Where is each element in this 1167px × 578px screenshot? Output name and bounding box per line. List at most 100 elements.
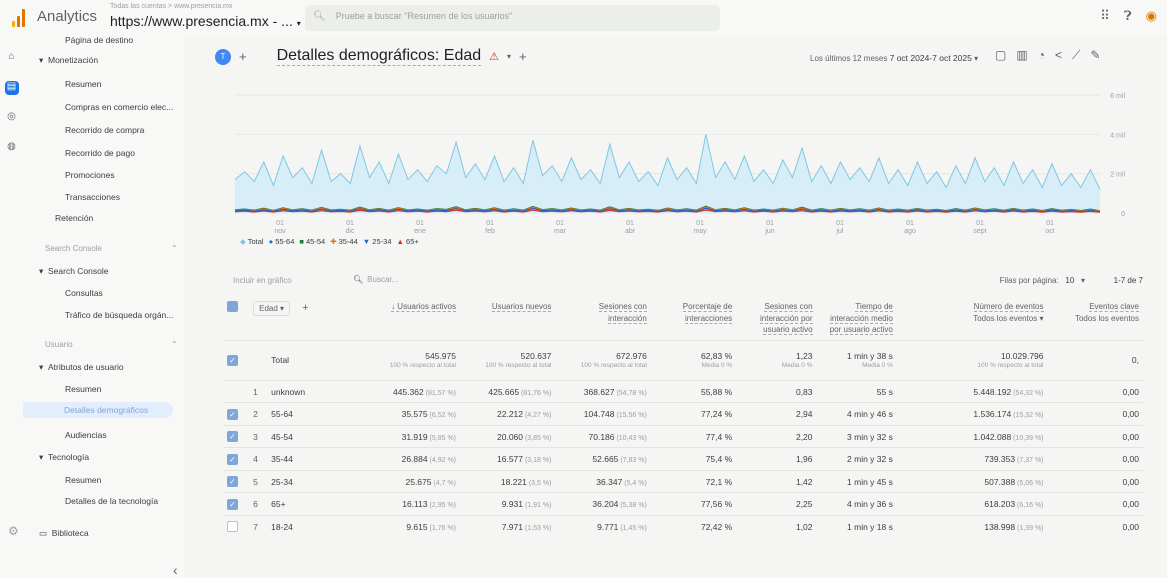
property-selector[interactable]: https://www.presencia.mx - ... ▾ [110,13,301,29]
metric-header[interactable]: Número de eventos Todos los eventos ▾ [897,297,1048,340]
plot-rows-button[interactable]: Incluir en gráfico [233,276,292,285]
nav-item-demographic-details[interactable]: Detalles demográficos [23,402,173,418]
legend-item[interactable]: ▼ 25-34 [363,237,392,246]
table-row[interactable]: 7 18-24 9.615 (1,76 %) 7.971 (1,53 %) 9.771 … [223,514,1143,538]
legend-item[interactable]: ■ 45-54 [299,237,325,246]
compare-icon[interactable]: ▥ [1016,48,1027,63]
nav-item-purchase-journey[interactable]: Recorrido de compra [65,125,144,135]
metric-header[interactable]: Sesiones con interacción por usuario act… [736,297,816,340]
analytics-logo-icon[interactable] [12,9,26,27]
table-row[interactable]: ✓ 6 65+ 16.113 (2,95 %) 9.931 (1,91 %) 36.204… [223,492,1143,516]
nav-item-checkout-journey[interactable]: Recorrido de pago [65,148,135,158]
insights-icon[interactable]: ◔ [1038,48,1045,63]
nav-item-technology-details[interactable]: Detalles de la tecnología [65,496,158,506]
header-select-all[interactable] [223,297,249,340]
search-input[interactable]: 🔍︎ Pruebe a buscar "Resumen de los usuari… [305,5,720,31]
nav-section-user[interactable]: Usuario ⌃ [45,340,178,349]
add-tab-icon[interactable]: + [519,49,527,64]
x-tick-label: 01 [1046,220,1054,227]
rows-per-page-label: Filas por página: [999,276,1059,285]
nav-item-organic-search-traffic[interactable]: Tráfico de búsqueda orgán... [65,310,173,320]
table-row[interactable]: ✓ 3 45-54 31.919 (5,85 %) 20.060 (3,85 %) 70.… [223,424,1143,448]
dimension-header[interactable]: Edad ▾ + [249,297,359,340]
row-checkbox[interactable] [227,521,238,533]
x-tick-label: 01 [276,220,284,227]
share-icon[interactable]: < [1055,48,1062,63]
row-checkbox[interactable]: ✓ [227,498,238,510]
table-cell: 445.362 (81,57 %) [359,379,460,403]
edit-icon[interactable]: ✎ [1090,48,1100,63]
table-cell: 20.060 (3,85 %) [460,424,556,448]
nav-item-audiences[interactable]: Audiencias [65,430,107,440]
account-avatar-icon[interactable]: ◉ [1146,8,1157,24]
table-row[interactable]: ✓ 5 25-34 25.675 (4,7 %) 18.221 (3,5 %) 36.34… [223,469,1143,493]
warning-icon[interactable]: ⚠ [489,50,499,63]
metric-header[interactable]: Usuarios nuevos [460,297,555,340]
legend-item[interactable]: ● 55-64 [269,237,295,246]
table-row[interactable]: ✓ 4 35-44 26.884 (4,92 %) 16.577 (3,18 %) 52.… [223,447,1143,471]
nav-item-transactions[interactable]: Transacciones [65,192,120,202]
nav-item-monetization-overview[interactable]: Resumen [65,79,101,89]
cell-percent: (1,91 %) [523,502,552,510]
trend-icon[interactable]: ⟋ [1072,48,1080,63]
nav-item-retention[interactable]: Retención [55,213,93,223]
metric-header[interactable]: Tiempo de interacción medio por usuario … [817,297,897,340]
dimension-selector[interactable]: Edad [259,304,278,313]
select-all-checkbox[interactable] [227,301,238,313]
comparison-avatar[interactable]: T [215,48,231,65]
date-range-picker[interactable]: Los últimos 12 meses 7 oct 2024-7 oct 20… [810,53,978,63]
nav-group-search-console[interactable]: ▾ Search Console [39,266,108,277]
help-icon[interactable]: ❓︎ [1124,8,1132,24]
table-search-input[interactable]: 🔍︎ Buscar... [353,274,398,284]
table-row[interactable]: ✓ 2 55-64 35.575 (6,52 %) 22.212 (4,27 %) 104… [223,402,1143,426]
row-checkbox[interactable]: ✓ [227,476,238,488]
metric-header-label: Sesiones con interacción [598,302,647,324]
legend-item[interactable]: ✚ 35-44 [330,237,358,246]
nav-group-technology[interactable]: ▾ Tecnología [39,452,89,463]
nav-item-ecommerce-purchases[interactable]: Compras en comercio elec... [65,102,173,112]
legend-item[interactable]: ◆ Total [240,237,264,246]
cell-percent: (5,85 %) [427,434,456,442]
nav-item-queries[interactable]: Consultas [65,288,103,298]
event-filter-dropdown[interactable]: Todos los eventos ▾ [901,313,1043,325]
legend-label: 35-44 [336,237,358,246]
nav-item-promotions[interactable]: Promociones [65,170,115,180]
nav-item-library[interactable]: ▭ Biblioteca [39,528,89,539]
collapse-nav-icon[interactable]: ‹ [173,562,178,578]
nav-group-monetization[interactable]: ▾ Monetización [39,55,98,66]
row-checkbox[interactable]: ✓ [227,453,238,465]
row-checkbox[interactable]: ✓ [227,431,238,443]
nav-item-technology-overview[interactable]: Resumen [65,475,101,485]
cell-value: 55,88 % [700,386,733,397]
metric-header[interactable]: Eventos clave Todos los eventos [1048,297,1144,340]
rows-per-page[interactable]: Filas por página: 10 ▾ [1000,276,1085,285]
metric-header[interactable]: ↓ Usuarios activos [360,297,460,340]
advertising-icon[interactable]: ◍ [5,141,19,155]
account-path[interactable]: Todas las cuentas > www.presencia.mx [110,3,232,10]
title-chevron-icon[interactable]: ▾ [507,52,511,61]
x-tick-label: may [693,228,707,235]
total-checkbox[interactable]: ✓ [227,354,238,366]
cell-percent: (10,43 %) [614,434,647,442]
total-subtext: Media 0 % [701,361,733,369]
home-icon[interactable]: ⌂ [5,51,19,65]
nav-group-user-attributes-label: Atributos de usuario [48,362,124,372]
metric-header[interactable]: Porcentaje de interacciones [651,297,736,340]
customize-report-icon[interactable]: ▢ [995,48,1006,63]
nav-section-search-console[interactable]: Search Console ⌃ [45,244,178,253]
nav-item-user-overview[interactable]: Resumen [65,384,101,394]
row-checkbox[interactable]: ✓ [227,408,238,420]
nav-group-user-attributes[interactable]: ▾ Atributos de usuario [39,362,124,373]
nav-item-landing-page[interactable]: Página de destino [65,35,133,45]
table-cell: 507.388 (5,06 %) [896,469,1048,493]
reports-icon[interactable]: ▤ [4,81,19,95]
metric-header[interactable]: Sesiones con interacción [555,297,650,340]
add-comparison-icon[interactable]: + [239,49,247,64]
settings-gear-icon[interactable]: ⚙ [8,524,19,538]
add-dimension-icon[interactable]: + [302,302,308,314]
legend-item[interactable]: ▲ 65+ [397,237,419,246]
apps-grid-icon[interactable]: ⠿ [1100,8,1110,24]
event-filter-dropdown[interactable]: Todos los eventos [1052,313,1139,325]
table-row[interactable]: 1 unknown 445.362 (81,57 %) 425.665 (81,76 … [223,379,1143,403]
explore-icon[interactable]: ◎ [5,111,19,125]
